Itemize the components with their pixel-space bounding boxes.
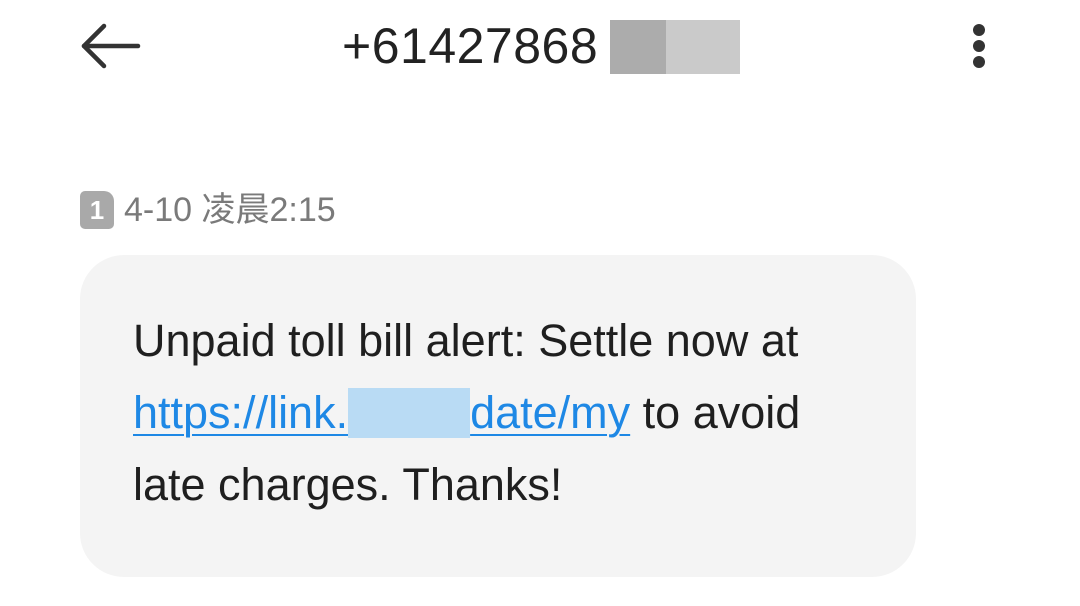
phone-number: +61427868 bbox=[342, 18, 599, 74]
message-line: https://link. date/my to avoid bbox=[133, 377, 893, 449]
back-button[interactable] bbox=[78, 20, 144, 72]
message-meta: 1 4-10 凌晨2:15 bbox=[80, 188, 336, 232]
sim-card-icon: 1 bbox=[80, 191, 114, 229]
link-text: date/my bbox=[470, 387, 631, 438]
more-vertical-icon bbox=[973, 56, 985, 68]
redaction-block bbox=[666, 20, 740, 74]
redaction-block bbox=[348, 388, 471, 438]
contact-title: +61427868 bbox=[342, 16, 742, 76]
message-text-segment: to avoid bbox=[630, 387, 801, 438]
more-options-button[interactable] bbox=[962, 20, 996, 72]
message-text: Unpaid toll bill alert: Settle now at ht… bbox=[133, 305, 893, 521]
message-bubble[interactable]: Unpaid toll bill alert: Settle now at ht… bbox=[80, 255, 916, 577]
more-vertical-icon bbox=[973, 40, 985, 52]
message-line: Unpaid toll bill alert: Settle now at bbox=[133, 315, 799, 366]
message-timestamp: 4-10 凌晨2:15 bbox=[124, 191, 336, 229]
message-line: late charges. Thanks! bbox=[133, 459, 563, 510]
redaction-block bbox=[610, 20, 666, 74]
message-link[interactable]: https://link. date/my bbox=[133, 387, 630, 438]
link-text: https://link. bbox=[133, 387, 349, 438]
arrow-left-icon bbox=[81, 23, 141, 69]
more-vertical-icon bbox=[973, 24, 985, 36]
app-header: +61427868 bbox=[0, 0, 1080, 100]
